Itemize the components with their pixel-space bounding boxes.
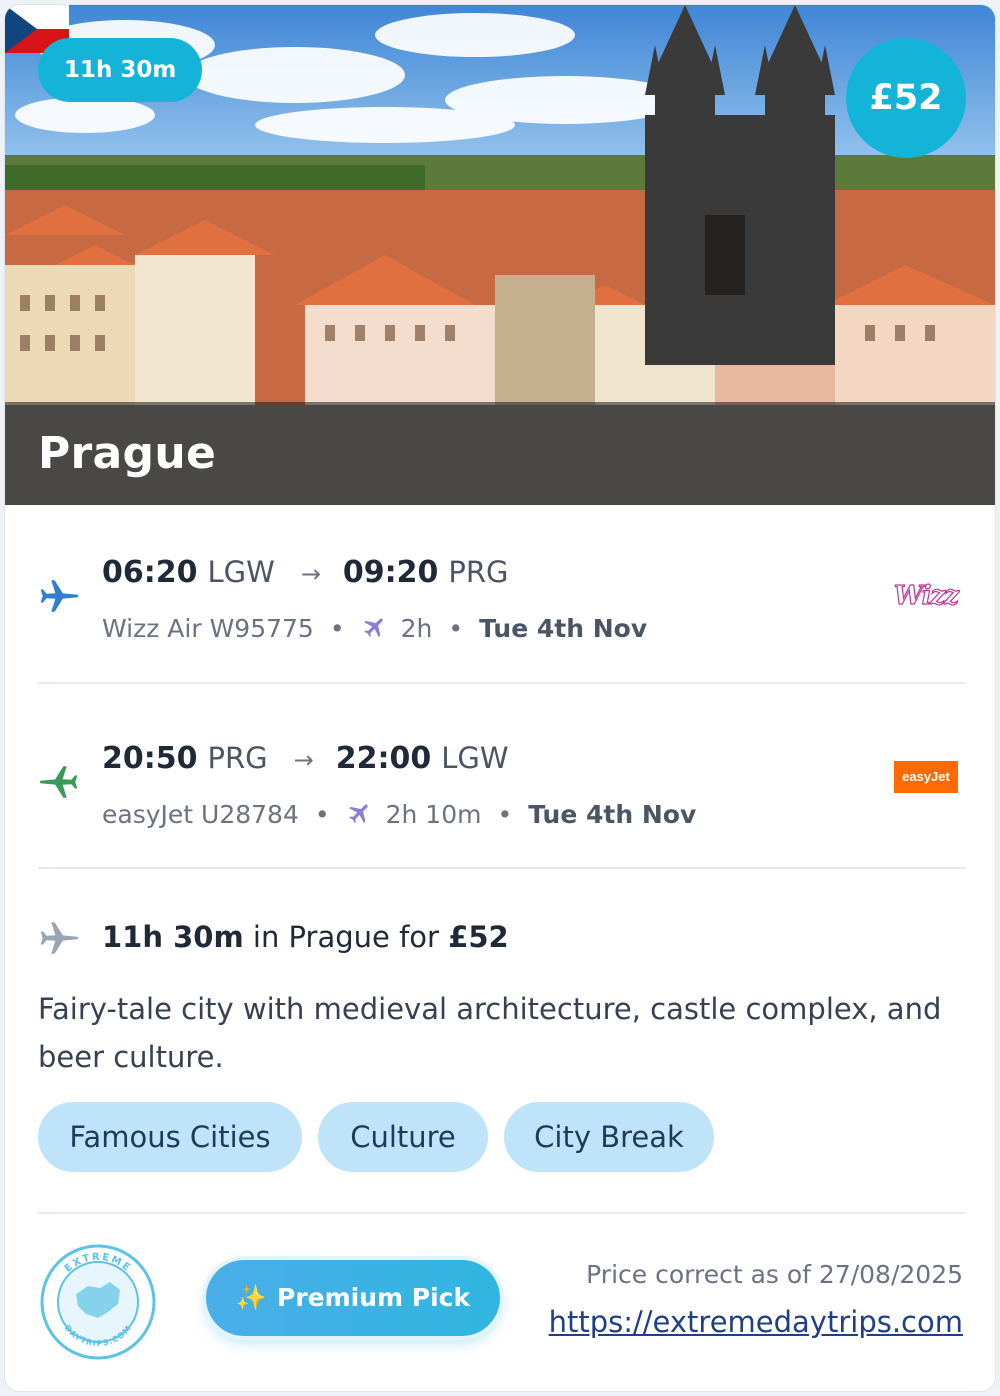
summary-middle: in Prague for (243, 920, 449, 954)
extreme-daytrips-logo: EXTREME DAYTRIPS.COM (40, 1244, 156, 1360)
return-depart-code: PRG (207, 741, 268, 775)
separator-dot: • (314, 800, 330, 829)
site-link[interactable]: https://extremedaytrips.com (549, 1305, 963, 1339)
outbound-duration: 2h (400, 614, 433, 643)
summary-text: 11h 30m in Prague for £52 (102, 920, 509, 954)
duration-badge: 11h 30m (38, 38, 203, 102)
return-times: 20:50 PRG → 22:00 LGW (102, 741, 509, 776)
premium-pick-button[interactable]: ✨ Premium Pick (206, 1260, 500, 1336)
return-details: easyJet U28784 • 2h 10m • Tue 4th Nov (102, 800, 696, 829)
destination-card: Prague 11h 30m £52 06:20 LGW → 09:20 PRG Wiz… (5, 5, 995, 1391)
separator-dot: • (329, 614, 345, 643)
tag-city-break[interactable]: City Break (504, 1102, 714, 1172)
outbound-times: 06:20 LGW → 09:20 PRG (102, 555, 509, 590)
price-note: Price correct as of 27/08/2025 (586, 1260, 963, 1289)
hero-image: Prague 11h 30m £52 (5, 5, 995, 505)
wizz-air-logo: Wizz (893, 580, 959, 611)
return-duration: 2h 10m (385, 800, 482, 829)
city-name: Prague (38, 428, 217, 479)
price-badge: £52 (846, 38, 966, 158)
flight-duration-icon (348, 804, 368, 823)
destination-description: Fairy-tale city with medieval architectu… (38, 992, 942, 1074)
separator-dot: • (497, 800, 513, 829)
outbound-arrive-code: PRG (448, 555, 509, 589)
outbound-depart-time: 06:20 (102, 555, 198, 590)
trip-summary: 11h 30m in Prague for £52 (38, 917, 966, 961)
flight-duration-icon (363, 618, 383, 637)
divider (38, 682, 966, 684)
summary-duration: 11h 30m (102, 920, 244, 954)
outbound-details: Wizz Air W95775 • 2h • Tue 4th Nov (102, 614, 647, 643)
separator-dot: • (448, 614, 464, 643)
divider (38, 867, 966, 869)
return-depart-time: 20:50 (102, 741, 198, 776)
tag-culture[interactable]: Culture (318, 1102, 488, 1172)
return-flight[interactable]: 20:50 PRG → 22:00 LGW easyJet U28784 • 2h 10m •… (38, 721, 966, 841)
return-plane-icon (39, 766, 78, 798)
divider (38, 1212, 966, 1214)
trip-plane-icon (40, 922, 79, 954)
sparkle-icon: ✨ (235, 1283, 267, 1312)
outbound-date: Tue 4th Nov (479, 614, 648, 643)
outbound-flight[interactable]: 06:20 LGW → 09:20 PRG Wizz Air W95775 • 2h • Tue… (38, 535, 966, 655)
easyjet-logo: easyJet (894, 761, 958, 793)
arrow-icon: → (293, 746, 314, 774)
outbound-plane-icon (40, 580, 79, 612)
outbound-flight-number: Wizz Air W95775 (102, 614, 314, 643)
arrow-icon: → (300, 560, 321, 588)
return-flight-number: easyJet U28784 (102, 800, 299, 829)
return-arrive-code: LGW (441, 741, 509, 775)
summary-price: £52 (448, 920, 509, 954)
tag-famous-cities[interactable]: Famous Cities (38, 1102, 302, 1172)
outbound-arrive-time: 09:20 (342, 555, 439, 590)
return-date: Tue 4th Nov (528, 800, 697, 829)
outbound-depart-code: LGW (207, 555, 275, 589)
premium-pick-label: Premium Pick (277, 1283, 471, 1312)
return-arrive-time: 22:00 (335, 741, 432, 776)
